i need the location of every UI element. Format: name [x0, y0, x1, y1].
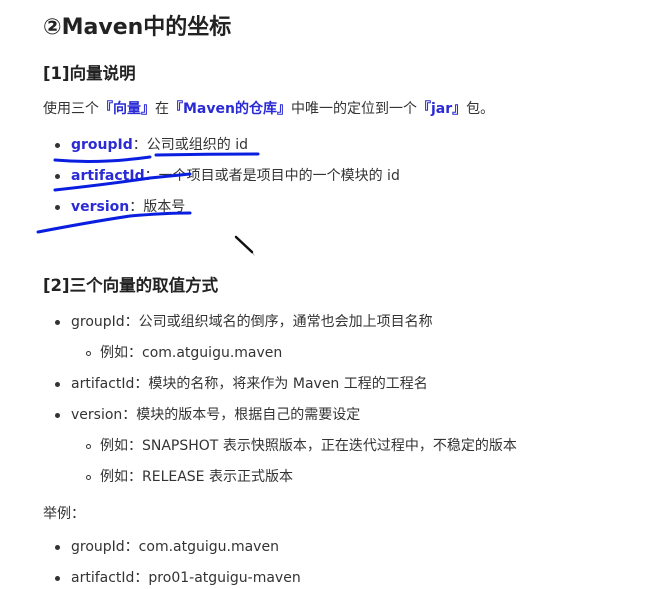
sub-list-item: 例如：com.atguigu.maven: [100, 345, 283, 361]
section1-heading: [1]向量说明: [43, 64, 136, 83]
item-key: artifactId: [71, 168, 145, 184]
list-item: artifactId：模块的名称，将来作为 Maven 工程的工程名: [71, 376, 428, 392]
item-desc: ：一个项目或者是项目中的一个模块的 id: [144, 168, 400, 184]
list-item: groupId：com.atguigu.maven: [71, 539, 279, 555]
intro-text: 使用三个: [43, 101, 99, 117]
list-item: artifactId：一个项目或者是项目中的一个模块的 id: [71, 165, 400, 185]
item-desc: ：版本号: [129, 199, 186, 215]
term-repository: 『Maven的仓库』: [169, 101, 291, 117]
underline-stroke: [154, 152, 260, 157]
sub-bullet: [86, 444, 91, 449]
bullet: [55, 413, 60, 418]
sub-list-item: 例如：RELEASE 表示正式版本: [100, 469, 293, 485]
sub-list-item: 例如：SNAPSHOT 表示快照版本，正在迭代过程中，不稳定的版本: [100, 438, 517, 454]
list-item: version：版本号: [71, 196, 185, 216]
intro-text: 在: [155, 101, 169, 117]
sub-bullet: [86, 475, 91, 480]
intro-paragraph: 使用三个『向量』在『Maven的仓库』中唯一的定位到一个『jar』包。: [43, 98, 494, 118]
bullet: [55, 576, 60, 581]
page-title: ②Maven中的坐标: [43, 15, 232, 40]
item-desc: ：公司或组织的 id: [132, 137, 248, 153]
bullet: [55, 205, 60, 210]
pen-cursor-icon: [234, 235, 255, 256]
bullet: [55, 382, 60, 387]
bullet: [55, 545, 60, 550]
term-vector: 『向量』: [99, 101, 155, 117]
bullet: [55, 320, 60, 325]
bullet: [55, 174, 60, 179]
item-key: version: [71, 199, 130, 215]
list-item: version：模块的版本号，根据自己的需要设定: [71, 407, 361, 423]
sub-bullet: [86, 351, 91, 356]
section2-heading: [2]三个向量的取值方式: [43, 276, 219, 295]
example-label: 举例：: [43, 506, 85, 522]
bullet: [55, 143, 60, 148]
intro-text: 中唯一的定位到一个: [290, 101, 417, 117]
term-jar: 『jar』: [416, 101, 467, 117]
item-key: groupId: [71, 137, 133, 153]
list-item: artifactId：pro01-atguigu-maven: [71, 570, 301, 586]
intro-text: 包。: [466, 101, 495, 117]
list-item: groupId：公司或组织域名的倒序，通常也会加上项目名称: [71, 314, 433, 330]
list-item: groupId：公司或组织的 id: [71, 134, 248, 154]
underline-stroke: [53, 155, 152, 163]
